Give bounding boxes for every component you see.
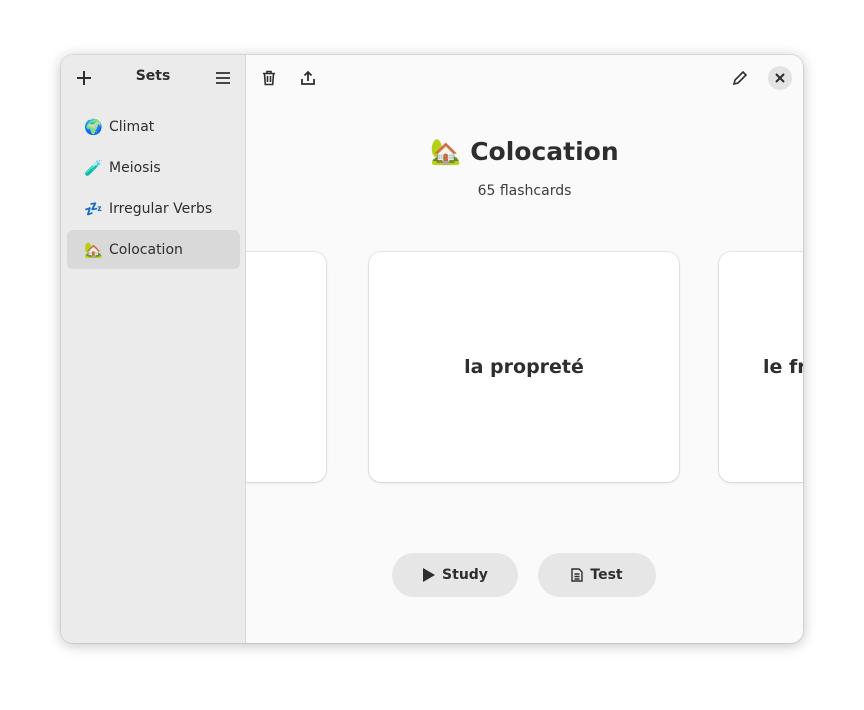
flashcard-next-text: le frigo xyxy=(763,356,803,378)
sidebar-item-label: Irregular Verbs xyxy=(109,200,213,217)
sidebar: Sets 🌍 Climat 🧪 Meiosis 💤 Irregular Verbs 🏡… xyxy=(61,55,246,643)
page-title: 🏡 Colocation xyxy=(246,137,803,167)
sidebar-item-meiosis[interactable]: 🧪 Meiosis xyxy=(67,148,240,187)
zzz-icon: 💤 xyxy=(84,199,103,218)
hamburger-menu-icon xyxy=(216,72,230,84)
test-label: Test xyxy=(590,567,623,583)
flashcard-previous[interactable] xyxy=(246,252,326,482)
pencil-icon xyxy=(732,70,748,86)
test-button[interactable]: Test xyxy=(538,553,656,597)
globe-icon: 🌍 xyxy=(84,117,103,136)
app-window: Sets 🌍 Climat 🧪 Meiosis 💤 Irregular Verbs 🏡… xyxy=(61,55,803,643)
share-icon xyxy=(301,70,315,85)
export-button[interactable] xyxy=(293,63,323,93)
flashcard-next[interactable]: le frigo xyxy=(719,252,803,482)
sidebar-item-irregular-verbs[interactable]: 💤 Irregular Verbs xyxy=(67,189,240,228)
edit-button[interactable] xyxy=(725,63,755,93)
flashcard-current[interactable]: la propreté xyxy=(369,252,679,482)
close-button[interactable] xyxy=(768,66,792,90)
document-icon xyxy=(571,568,584,582)
main-menu-button[interactable] xyxy=(208,63,238,93)
study-label: Study xyxy=(442,567,488,583)
trash-icon xyxy=(263,70,275,86)
test-tube-icon: 🧪 xyxy=(84,158,103,177)
sidebar-item-climat[interactable]: 🌍 Climat xyxy=(67,107,240,146)
sidebar-item-label: Meiosis xyxy=(109,159,161,176)
study-button[interactable]: Study xyxy=(392,553,518,597)
sidebar-item-colocation[interactable]: 🏡 Colocation xyxy=(67,230,240,269)
delete-button[interactable] xyxy=(254,63,284,93)
sidebar-item-label: Colocation xyxy=(109,241,183,258)
set-title: Colocation xyxy=(470,137,619,166)
house-icon: 🏡 xyxy=(430,137,462,166)
sidebar-item-label: Climat xyxy=(109,118,155,135)
house-icon: 🏡 xyxy=(84,240,103,259)
play-icon xyxy=(423,568,436,582)
flashcard-count: 65 flashcards xyxy=(477,183,572,199)
close-icon xyxy=(775,73,785,83)
main-content: 🏡 Colocation 65 flashcards la propreté l… xyxy=(246,55,803,643)
